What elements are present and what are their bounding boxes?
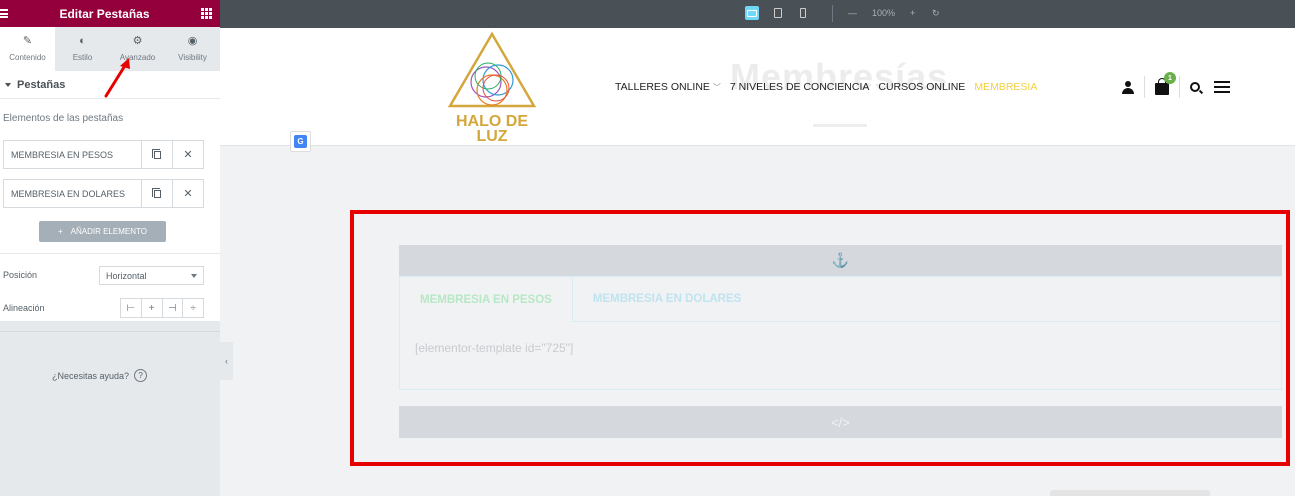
- section-title: Pestañas: [17, 78, 66, 91]
- tab-label: Visibility: [178, 53, 207, 62]
- logo-text-line2: LUZ: [476, 128, 507, 144]
- alignment-choices: ⊢ + ⊣ ÷: [120, 298, 204, 318]
- align-center-icon[interactable]: +: [141, 299, 163, 317]
- header-icons: 1: [1122, 72, 1230, 98]
- translate-button[interactable]: G: [290, 131, 311, 152]
- cart-count-badge: 1: [1164, 72, 1176, 84]
- title-underline: [813, 124, 867, 127]
- hamburger-icon[interactable]: [0, 9, 8, 18]
- responsive-toolbar: — 100% + ↻: [220, 0, 1295, 28]
- tab-label: Estilo: [72, 53, 93, 62]
- alignment-label: Alineación: [3, 303, 45, 313]
- duplicate-button[interactable]: [141, 180, 172, 207]
- annotation-highlight-box: [350, 210, 1290, 466]
- mobile-view-button[interactable]: [796, 6, 810, 20]
- tablet-view-button[interactable]: [771, 6, 785, 20]
- position-label: Posición: [3, 270, 38, 280]
- widgets-grid-icon[interactable]: [200, 8, 212, 19]
- nav-item-membresia[interactable]: MEMBRESIA: [974, 81, 1037, 93]
- nav-item-niveles[interactable]: 7 NIVELES DE CONCIENCIA: [730, 81, 869, 93]
- caret-down-icon: [5, 82, 11, 87]
- panel-header: Editar Pestañas: [0, 0, 220, 27]
- divider: [1144, 76, 1145, 98]
- main-nav: TALLERES ONLINE ﹀ 7 NIVELES DE CONCIENCIA…: [615, 81, 1037, 93]
- zoom-out-button[interactable]: —: [848, 8, 857, 18]
- add-item-button[interactable]: + AÑADIR ELEMENTO: [39, 221, 166, 242]
- repeater-item-title[interactable]: MEMBRESIA EN PESOS: [4, 150, 141, 160]
- gear-icon: ⚙: [132, 35, 143, 47]
- copy-icon: [151, 187, 161, 198]
- halo-de-luz-logo[interactable]: HALO DE LUZ: [442, 30, 542, 144]
- items-label: Elementos de las pestañas: [3, 113, 124, 124]
- repeater-item-title[interactable]: MEMBRESIA EN DOLARES: [4, 189, 141, 199]
- nav-item-label: TALLERES ONLINE: [615, 81, 710, 93]
- divider: [0, 331, 220, 332]
- cart-icon[interactable]: 1: [1155, 72, 1176, 95]
- panel-collapse-button[interactable]: ‹: [220, 342, 233, 380]
- user-icon[interactable]: [1122, 80, 1134, 94]
- zoom-in-button[interactable]: +: [910, 8, 915, 18]
- add-item-label: AÑADIR ELEMENTO: [70, 227, 147, 236]
- position-value: Horizontal: [106, 270, 147, 281]
- duplicate-button[interactable]: [141, 141, 172, 168]
- align-end-icon[interactable]: ⊣: [162, 299, 184, 317]
- divider: [0, 253, 220, 254]
- remove-button[interactable]: ✕: [172, 141, 203, 168]
- zoom-level: 100%: [872, 8, 896, 18]
- help-link[interactable]: ¿Necesitas ayuda? ?: [52, 369, 148, 382]
- repeater-item[interactable]: MEMBRESIA EN PESOS ✕: [3, 140, 204, 169]
- nav-item-talleres[interactable]: TALLERES ONLINE ﹀: [615, 81, 721, 93]
- position-select[interactable]: Horizontal: [99, 266, 204, 285]
- help-text: ¿Necesitas ayuda?: [52, 370, 130, 381]
- desktop-view-button[interactable]: [745, 6, 759, 20]
- plus-icon: +: [58, 227, 63, 236]
- menu-icon[interactable]: [1214, 81, 1230, 93]
- tablet-icon: [774, 8, 782, 18]
- align-stretch-icon[interactable]: ÷: [183, 299, 203, 317]
- google-translate-icon: G: [294, 135, 307, 148]
- annotation-arrow-icon: [104, 58, 130, 98]
- chevron-down-icon: ﹀: [712, 82, 721, 92]
- chevron-left-icon: ‹: [225, 356, 228, 366]
- repeater-item[interactable]: MEMBRESIA EN DOLARES ✕: [3, 179, 204, 208]
- tab-visibility[interactable]: ◉ Visibility: [165, 27, 220, 71]
- site-header: HALO DE LUZ Membresías TALLERES ONLINE ﹀ …: [220, 28, 1295, 146]
- nav-item-cursos[interactable]: CURSOS ONLINE: [878, 81, 965, 93]
- question-icon: ?: [134, 369, 148, 382]
- copy-icon: [151, 148, 161, 159]
- panel-title: Editar Pestañas: [59, 6, 150, 21]
- eye-icon: ◉: [187, 35, 198, 47]
- half-circle-icon: ◐: [79, 35, 86, 47]
- pencil-icon: ✎: [22, 35, 33, 47]
- floating-element-edge: [1050, 490, 1210, 496]
- mobile-icon: [800, 8, 806, 18]
- divider: [1179, 76, 1180, 98]
- desktop-icon: [747, 9, 757, 17]
- chevron-down-icon: [191, 273, 197, 278]
- remove-button[interactable]: ✕: [172, 180, 203, 207]
- search-icon[interactable]: [1190, 82, 1200, 92]
- align-start-icon[interactable]: ⊢: [121, 299, 142, 317]
- tab-label: Contenido: [9, 53, 46, 62]
- zoom-reset-button[interactable]: ↻: [932, 8, 940, 19]
- tab-contenido[interactable]: ✎ Contenido: [0, 27, 55, 71]
- toolbar-separator: [832, 5, 833, 22]
